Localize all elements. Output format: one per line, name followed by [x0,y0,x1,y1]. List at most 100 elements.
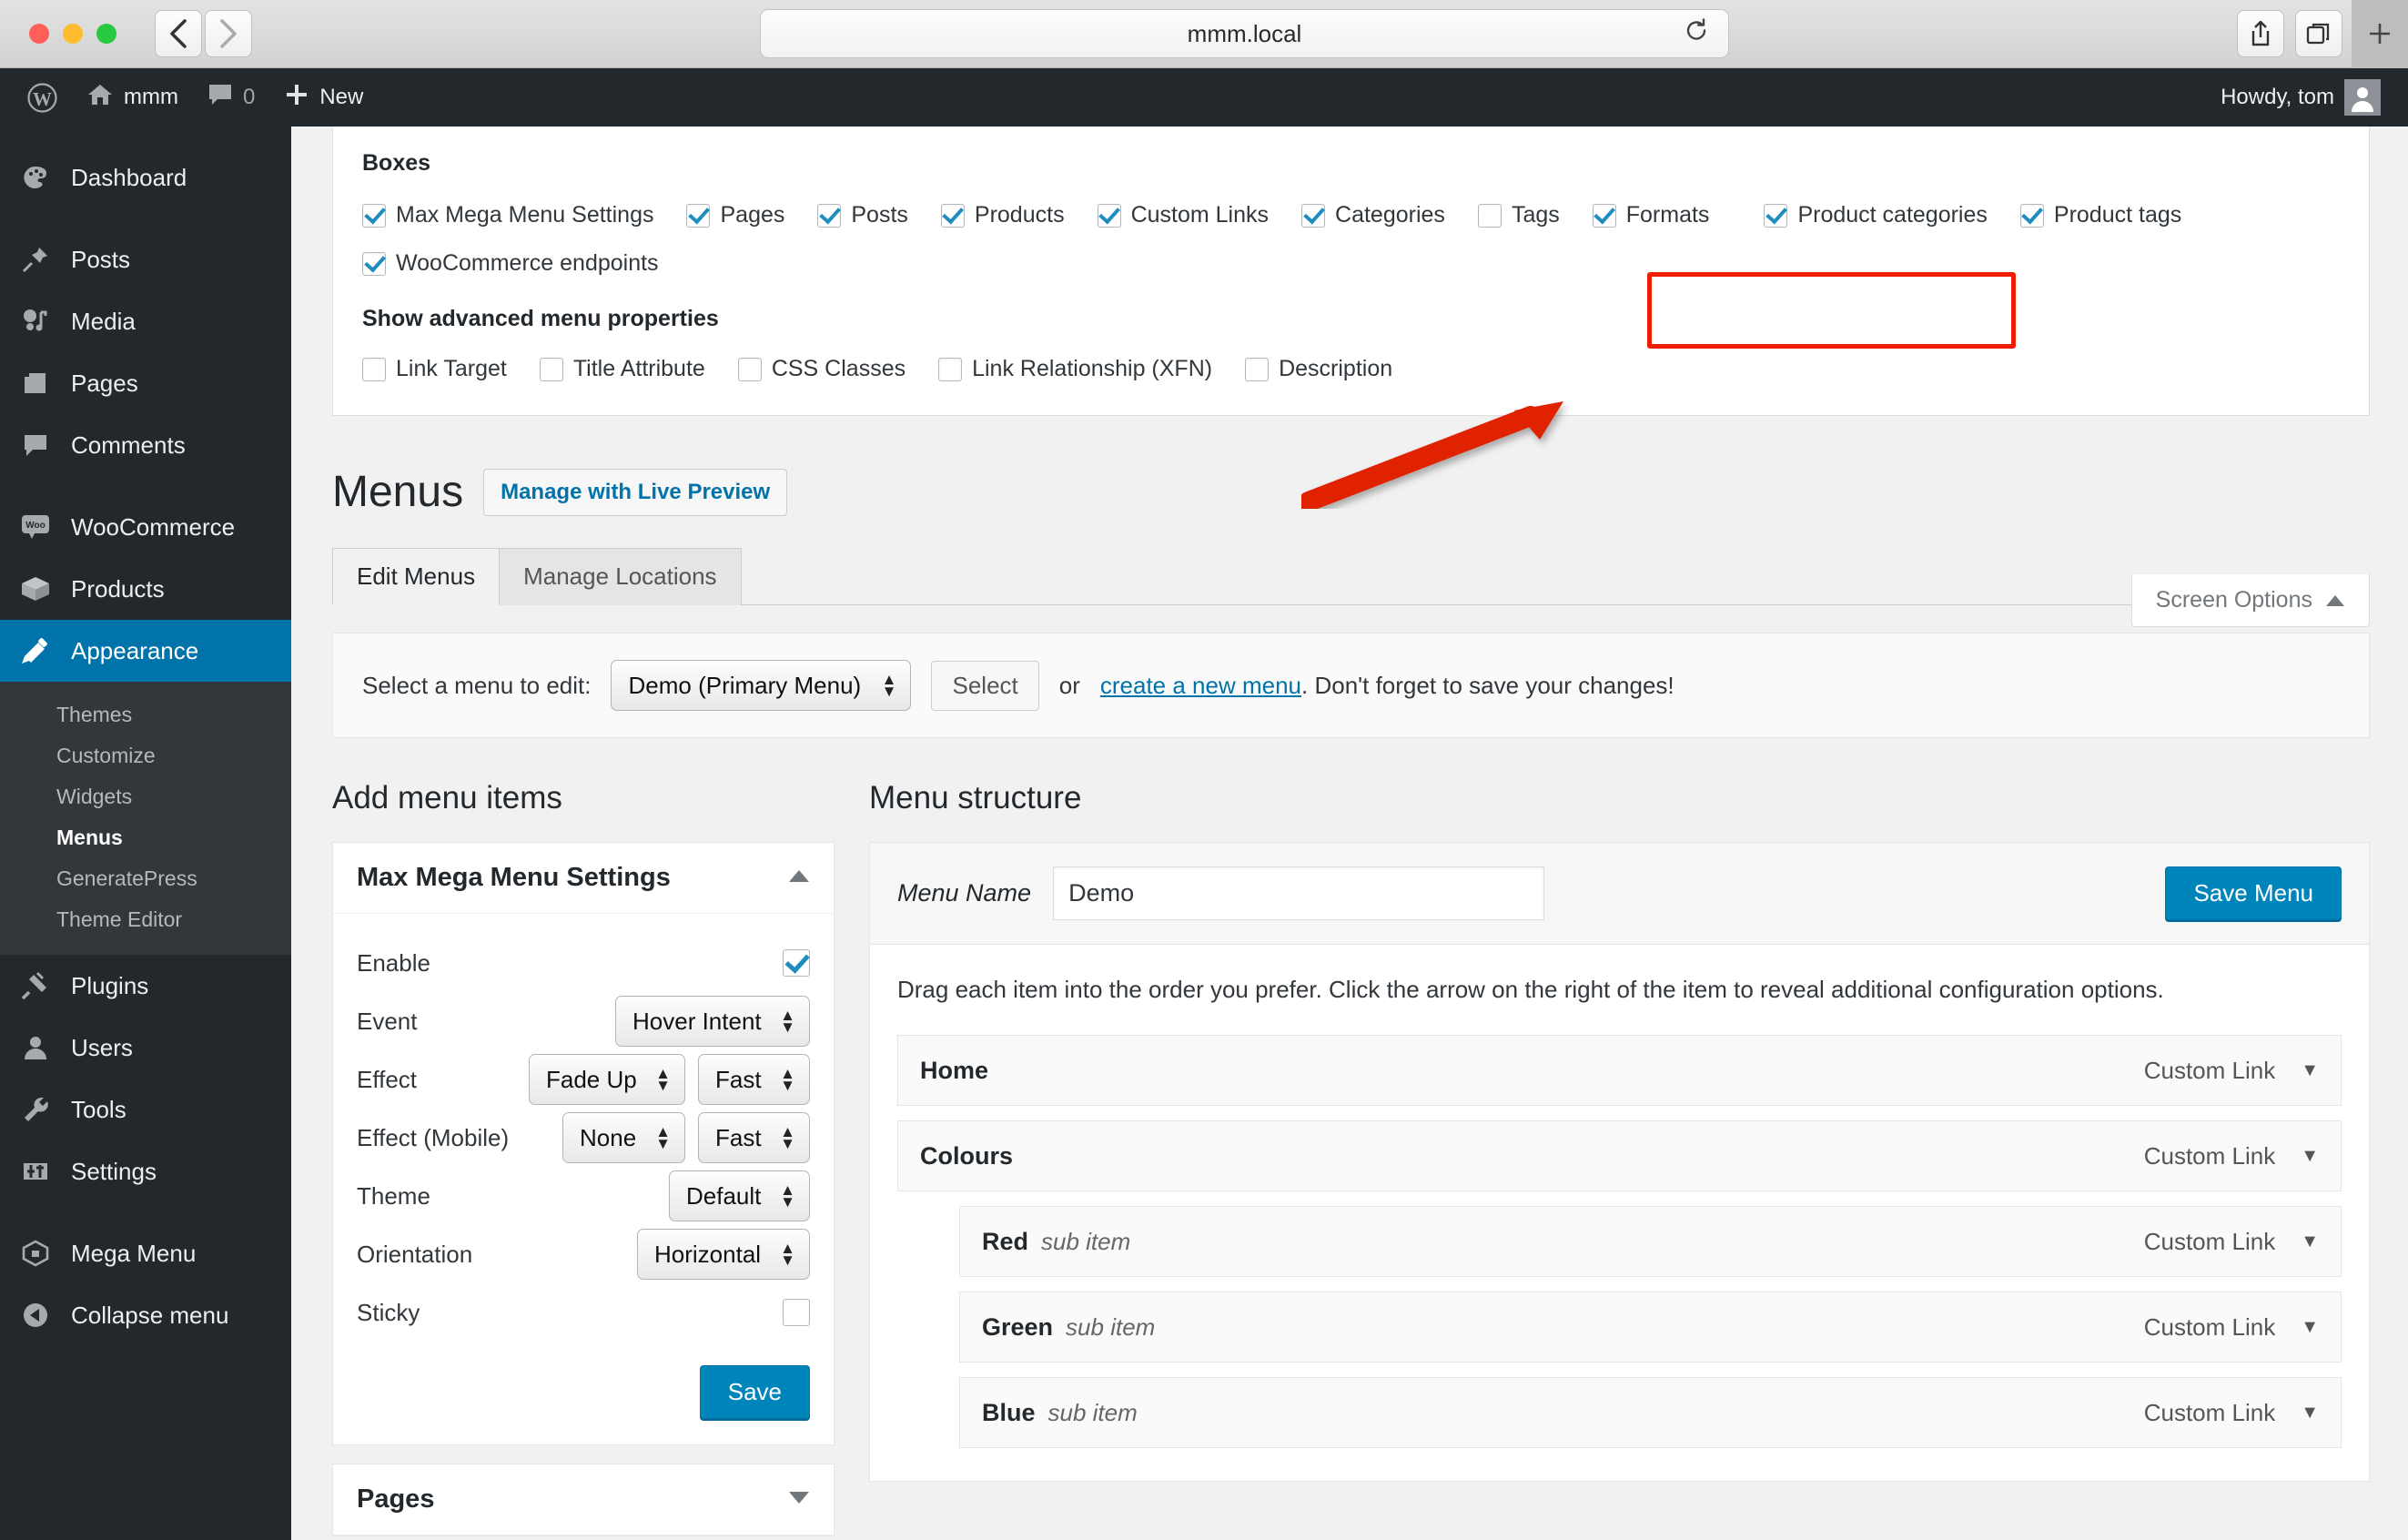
sidebar-item-settings[interactable]: Settings [0,1140,291,1202]
sidebar-subitem-generatepress[interactable]: GeneratePress [0,858,291,899]
checkbox-box[interactable] [2019,203,2044,228]
checkbox-title-attribute[interactable]: Title Attribute [539,350,705,388]
menu-select[interactable]: Demo (Primary Menu) [611,660,912,711]
effect-mobile-speed-select[interactable]: Fast [698,1112,810,1163]
checkbox-box[interactable] [1301,203,1326,228]
chevron-down-icon[interactable]: ▼ [2301,1146,2319,1167]
effect-select[interactable]: Fade Up [529,1054,685,1105]
enable-checkbox[interactable] [783,949,810,977]
menu-name-input[interactable] [1053,866,1545,920]
checkbox-product-categories[interactable]: Product categories [1764,197,1988,234]
share-button[interactable] [2237,10,2284,57]
checkbox-products[interactable]: Products [940,197,1065,234]
checkbox-tags[interactable]: Tags [1477,197,1560,234]
checkbox-box[interactable] [1477,203,1502,228]
chevron-down-icon[interactable]: ▼ [2301,1403,2319,1423]
sidebar-item-users[interactable]: Users [0,1017,291,1079]
sidebar-subitem-customize[interactable]: Customize [0,735,291,776]
comments-button[interactable]: 0 [193,68,269,127]
checkbox-link-relationship[interactable]: Link Relationship (XFN) [938,350,1212,388]
checkbox-posts[interactable]: Posts [817,197,908,234]
checkbox-link-target[interactable]: Link Target [362,350,507,388]
show-tabs-button[interactable] [2295,10,2342,57]
sidebar-item-comments[interactable]: Comments [0,414,291,476]
checkbox-box[interactable] [362,357,386,381]
menu-item-row[interactable]: Home Custom Link ▼ [897,1035,2342,1106]
sidebar-item-products[interactable]: Products [0,558,291,620]
minimize-window-button[interactable] [63,24,83,44]
new-tab-button[interactable] [2352,0,2408,68]
checkbox-box[interactable] [940,203,965,228]
panel-header[interactable]: Max Mega Menu Settings [333,843,834,914]
sidebar-item-dashboard[interactable]: Dashboard [0,147,291,208]
sidebar-item-media[interactable]: Media [0,290,291,352]
manage-with-live-preview-button[interactable]: Manage with Live Preview [483,469,788,516]
maximize-window-button[interactable] [96,24,116,44]
reload-icon[interactable] [1685,18,1708,50]
menu-item-row[interactable]: Green sub item Custom Link ▼ [959,1292,2342,1363]
effect-mobile-select[interactable]: None [562,1112,685,1163]
checkbox-box[interactable] [737,357,762,381]
checkbox-box[interactable] [817,203,842,228]
checkbox-box[interactable] [1764,203,1788,228]
checkbox-box[interactable] [1097,203,1121,228]
checkbox-custom-links[interactable]: Custom Links [1097,197,1269,234]
sidebar-item-appearance[interactable]: Appearance [0,620,291,682]
account-menu[interactable]: Howdy, tom [2206,68,2395,127]
window-traffic-lights[interactable] [29,24,116,44]
checkbox-formats[interactable]: Formats [1592,197,1709,234]
checkbox-box[interactable] [1245,357,1270,381]
menu-item-row[interactable]: Colours Custom Link ▼ [897,1120,2342,1191]
chevron-down-icon[interactable]: ▼ [2301,1317,2319,1338]
save-settings-button[interactable]: Save [699,1365,810,1419]
event-select[interactable]: Hover Intent [615,996,810,1047]
forward-button[interactable] [205,10,252,57]
sticky-checkbox[interactable] [783,1299,810,1326]
checkbox-woocommerce-endpoints[interactable]: WooCommerce endpoints [362,245,659,282]
sidebar-item-plugins[interactable]: Plugins [0,955,291,1017]
sidebar-item-posts[interactable]: Posts [0,228,291,290]
close-window-button[interactable] [29,24,49,44]
chevron-down-icon[interactable]: ▼ [2301,1231,2319,1252]
sidebar-subitem-menus[interactable]: Menus [0,817,291,858]
new-content-button[interactable]: New [269,68,378,127]
checkbox-box[interactable] [362,251,386,276]
sidebar-item-mega-menu[interactable]: Mega Menu [0,1222,291,1284]
checkbox-css-classes[interactable]: CSS Classes [737,350,906,388]
checkbox-categories[interactable]: Categories [1301,197,1445,234]
back-button[interactable] [155,10,202,57]
menu-item-row[interactable]: Blue sub item Custom Link ▼ [959,1377,2342,1448]
tab-manage-locations[interactable]: Manage Locations [499,548,742,605]
menu-select-wrapper[interactable]: Demo (Primary Menu) ▲ ▼ [611,660,912,711]
wordpress-logo-button[interactable]: W [13,68,72,127]
checkbox-description[interactable]: Description [1245,350,1392,388]
chevron-up-icon[interactable] [788,869,810,887]
checkbox-box[interactable] [686,203,711,228]
chevron-down-icon[interactable] [788,1491,810,1509]
sidebar-item-woocommerce[interactable]: Woo WooCommerce [0,496,291,558]
screen-options-tab[interactable]: Screen Options [2130,574,2370,627]
select-button[interactable]: Select [931,660,1039,711]
checkbox-box[interactable] [539,357,563,381]
pages-panel-header[interactable]: Pages [333,1464,834,1535]
effect-speed-select[interactable]: Fast [698,1054,810,1105]
checkbox-box[interactable] [1592,203,1616,228]
checkbox-box[interactable] [938,357,963,381]
checkbox-box[interactable] [362,203,386,228]
sidebar-subitem-theme-editor[interactable]: Theme Editor [0,899,291,940]
sidebar-item-pages[interactable]: Pages [0,352,291,414]
address-bar[interactable]: mmm.local [760,9,1729,58]
tab-edit-menus[interactable]: Edit Menus [332,548,501,605]
sidebar-subitem-themes[interactable]: Themes [0,694,291,735]
site-name-button[interactable]: mmm [72,68,193,127]
checkbox-max-mega-menu-settings[interactable]: Max Mega Menu Settings [362,197,653,234]
sidebar-subitem-widgets[interactable]: Widgets [0,776,291,817]
create-new-menu-link[interactable]: create a new menu [1100,672,1301,700]
sidebar-item-tools[interactable]: Tools [0,1079,291,1140]
save-menu-button[interactable]: Save Menu [2165,866,2342,920]
menu-item-row[interactable]: Red sub item Custom Link ▼ [959,1206,2342,1277]
checkbox-product-tags[interactable]: Product tags [2019,197,2181,234]
theme-select[interactable]: Default [669,1170,810,1221]
checkbox-pages[interactable]: Pages [686,197,784,234]
chevron-down-icon[interactable]: ▼ [2301,1060,2319,1081]
